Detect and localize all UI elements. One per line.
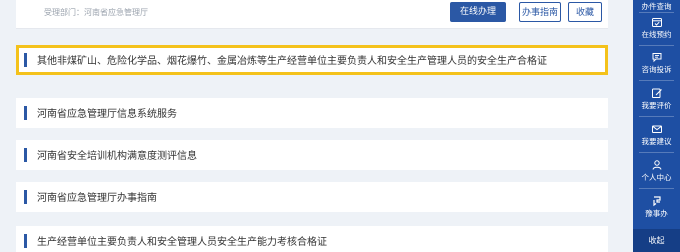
list-item-label: 河南省应急管理厅办事指南 [37,193,157,204]
chat-icon [652,53,661,63]
sidebar-item-personal-center[interactable]: 个人中心 [633,159,680,183]
sidebar-item-label: 我要评价 [641,101,672,110]
guide-button[interactable]: 办事指南 [519,2,561,22]
list-item-capability-cert[interactable]: 生产经营单位主要负责人和安全管理人员安全生产能力考核合格证 [16,226,608,252]
sidebar-item-suggest[interactable]: 我要建议 [633,123,680,147]
sidebar-divider [639,116,674,117]
sidebar-divider [639,152,674,153]
sidebar-item-label: 咨询投诉 [641,65,672,74]
list-item-label: 其他非煤矿山、危险化学品、烟花爆竹、金属冶炼等生产经营单位主要负责人和安全生产管… [37,56,547,67]
item-marker [24,234,27,248]
list-item-label: 河南省应急管理厅信息系统服务 [37,109,177,120]
list-item-label: 河南省安全培训机构满意度测评信息 [37,151,197,162]
sidebar-divider [639,188,674,189]
sidebar-item-label: 豫事办 [645,209,668,218]
list-item-training-survey[interactable]: 河南省安全培训机构满意度测评信息 [16,140,608,170]
edit-icon [651,88,662,98]
list-item-info-system[interactable]: 河南省应急管理厅信息系统服务 [16,98,608,128]
list-item-safety-certificate[interactable]: 其他非煤矿山、危险化学品、烟花爆竹、金属冶炼等生产经营单位主要负责人和安全生产管… [16,45,608,75]
item-marker [24,190,27,204]
sidebar-item-yushiban[interactable]: 豫事办 [633,195,680,219]
favorite-button[interactable]: 收藏 [568,2,602,22]
sidebar-item-case-query[interactable]: 办件查询 [633,0,680,12]
sidebar-divider [639,12,674,13]
sidebar-item-label: 我要建议 [641,137,672,146]
sidebar-item-label: 办件查询 [641,2,672,11]
mail-icon [651,125,662,133]
service-card: 受理部门：河南省应急管理厅 在线办理 办事指南 收藏 [16,0,608,29]
list-item-guide[interactable]: 河南省应急管理厅办事指南 [16,182,608,212]
item-marker [24,148,27,162]
sidebar-item-appointment[interactable]: 在线预约 [633,16,680,40]
sidebar-item-consult[interactable]: 咨询投诉 [633,51,680,75]
app-logo-icon [652,196,661,207]
calendar-check-icon [651,18,662,27]
sidebar-item-label: 个人中心 [641,173,672,182]
sidebar-item-evaluate[interactable]: 我要评价 [633,87,680,111]
item-marker [24,53,27,67]
list-item-label: 生产经营单位主要负责人和安全管理人员安全生产能力考核合格证 [37,237,327,248]
sidebar-divider [639,45,674,46]
online-apply-button[interactable]: 在线办理 [450,2,506,22]
page: 受理部门：河南省应急管理厅 在线办理 办事指南 收藏 其他非煤矿山、危险化学品、… [0,0,680,252]
sidebar-divider [639,80,674,81]
main-content: 受理部门：河南省应急管理厅 在线办理 办事指南 收藏 其他非煤矿山、危险化学品、… [16,0,608,252]
department-text: 受理部门：河南省应急管理厅 [44,8,148,17]
user-icon [652,160,661,170]
sidebar-item-label: 在线预约 [641,30,672,39]
right-service-sidebar: 办件查询 在线预约 咨询投诉 我要评价 我要建议 个人中心 豫事办 收起 [633,0,680,252]
sidebar-collapse-button[interactable]: 收起 [633,229,680,252]
item-marker [24,106,27,120]
